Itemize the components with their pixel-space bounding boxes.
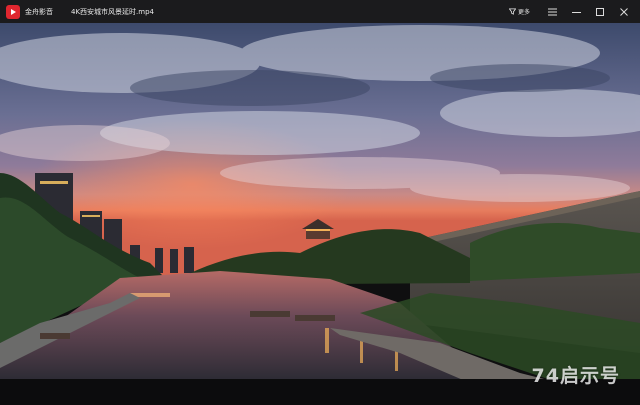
more-button[interactable]: 更多 — [508, 7, 530, 16]
file-name: 4K西安城市风景延时.mp4 — [71, 7, 154, 16]
menu-button[interactable] — [540, 0, 564, 23]
close-button[interactable] — [612, 0, 636, 23]
maximize-button[interactable] — [588, 0, 612, 23]
close-icon — [620, 7, 628, 16]
minimize-icon — [571, 11, 581, 13]
maximize-icon — [596, 7, 604, 16]
city-landscape-image — [0, 23, 640, 383]
watermark-text: 74启示号 — [531, 365, 620, 387]
hamburger-menu-icon — [547, 8, 557, 15]
video-frame[interactable] — [0, 23, 640, 383]
app-name: 金舟影音 — [25, 7, 53, 16]
more-label: 更多 — [517, 9, 530, 16]
title-bar: 金舟影音 4K西安城市风景延时.mp4 更多 — [0, 0, 640, 23]
play-logo-icon — [6, 4, 20, 19]
filter-icon — [508, 8, 516, 15]
minimize-button[interactable] — [564, 0, 588, 23]
